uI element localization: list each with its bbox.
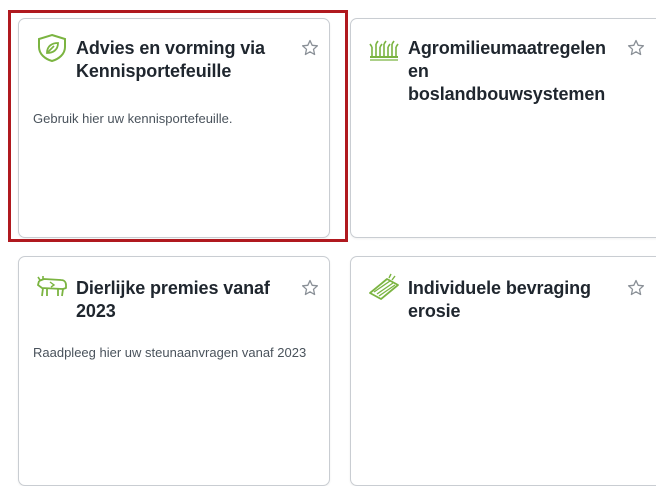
card-title: Individuele bevraging erosie — [408, 278, 591, 321]
card-individuele-bevraging-erosie[interactable]: Individuele bevraging erosie — [350, 256, 656, 486]
card-title: Agromilieumaatregelen en boslandbouwsyst… — [408, 38, 606, 104]
card-title: Dierlijke premies vanaf 2023 — [76, 278, 270, 321]
card-agromilieumaatregelen[interactable]: Agromilieumaatregelen en boslandbouwsyst… — [350, 18, 656, 238]
star-icon[interactable] — [301, 39, 319, 57]
star-icon[interactable] — [301, 279, 319, 297]
card-title: Advies en vorming via Kennisportefeuille — [76, 38, 265, 81]
shield-leaf-icon — [35, 33, 69, 63]
crops-field-icon — [367, 33, 401, 63]
cow-icon — [35, 271, 69, 301]
card-description: Raadpleeg hier uw steunaanvragen vanaf 2… — [33, 345, 307, 360]
card-description: Gebruik hier uw kennisportefeuille. — [33, 111, 233, 126]
card-dierlijke-premies[interactable]: Dierlijke premies vanaf 2023 Raadpleeg h… — [18, 256, 330, 486]
sloped-field-icon — [367, 271, 401, 301]
star-icon[interactable] — [627, 279, 645, 297]
star-icon[interactable] — [627, 39, 645, 57]
card-advies-en-vorming[interactable]: Advies en vorming via Kennisportefeuille… — [18, 18, 330, 238]
